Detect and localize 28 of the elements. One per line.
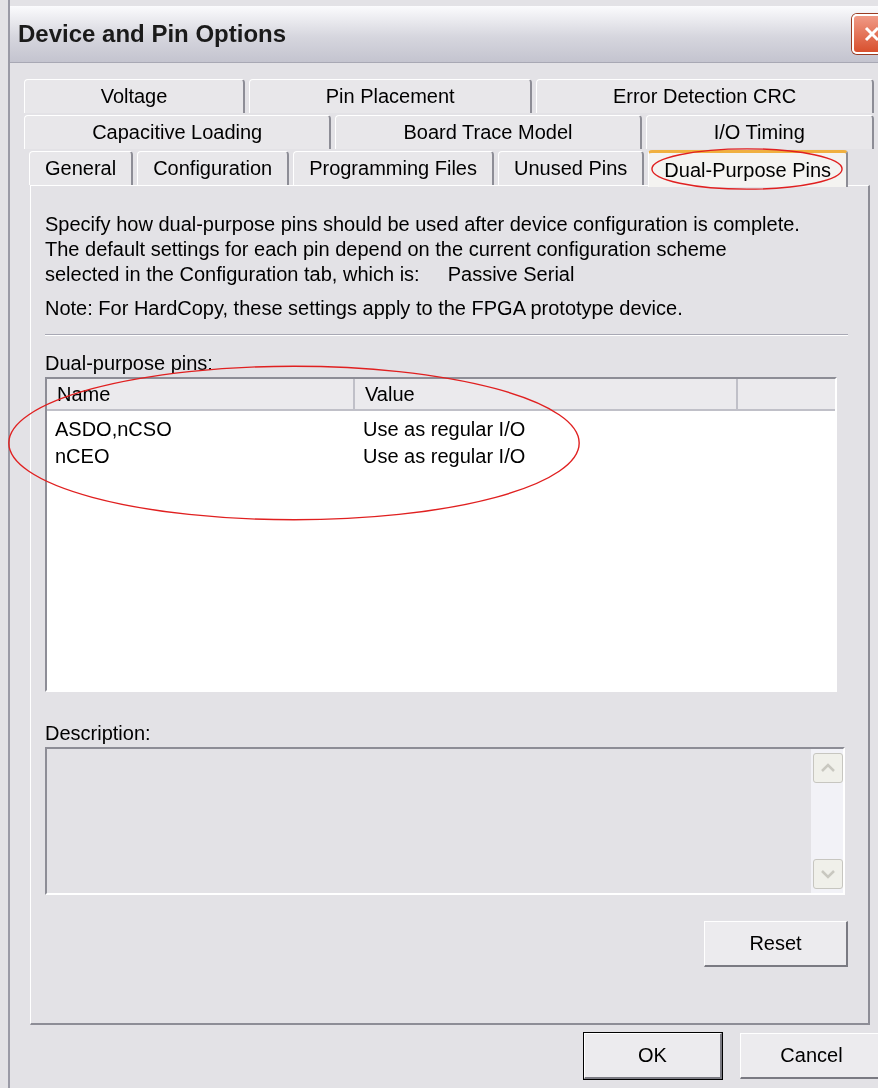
tab[interactable]: Dual-Purpose Pins	[648, 150, 849, 187]
scroll-up-icon[interactable]	[813, 753, 843, 783]
column-header[interactable]: Value	[355, 379, 738, 409]
close-icon	[863, 25, 878, 43]
tab[interactable]: Board Trace Model	[335, 115, 642, 149]
tab[interactable]: Configuration	[137, 151, 290, 185]
dialog-button[interactable]: OK	[584, 1033, 722, 1079]
tab[interactable]: Unused Pins	[497, 151, 645, 185]
tab[interactable]: Programming Files	[293, 151, 494, 185]
table-cell: Use as regular I/O	[363, 445, 526, 467]
tab[interactable]: Capacitive Loading	[24, 115, 332, 149]
table-cell: Use as regular I/O	[363, 418, 526, 440]
description-label: Description:	[45, 722, 151, 744]
tab[interactable]: I/O Timing	[645, 115, 874, 149]
table-cell: ASDO,nCSO	[55, 418, 172, 440]
list-label: Dual-purpose pins:	[45, 352, 213, 374]
reset-button[interactable]: Reset	[704, 921, 848, 967]
table-cell: nCEO	[55, 445, 110, 467]
tab[interactable]: General	[29, 151, 134, 185]
note-text: Note: For HardCopy, these settings apply to the FPGA prototype device.	[45, 297, 684, 320]
tab[interactable]: Pin Placement	[249, 79, 533, 113]
scroll-down-icon[interactable]	[813, 859, 843, 889]
intro-text: Specify how dual-purpose pins should be used after device configuration is complete. The default settings for each pin depend on the current configuration scheme selected in the Configuration tab, which is: Passive Serial	[45, 212, 801, 287]
tab[interactable]: Voltage	[24, 79, 246, 113]
window-title: Device and Pin Options	[18, 20, 287, 48]
tab[interactable]: Error Detection CRC	[536, 79, 874, 113]
dialog-button[interactable]: Cancel	[740, 1033, 878, 1079]
scheme-value: Passive Serial	[447, 263, 575, 285]
